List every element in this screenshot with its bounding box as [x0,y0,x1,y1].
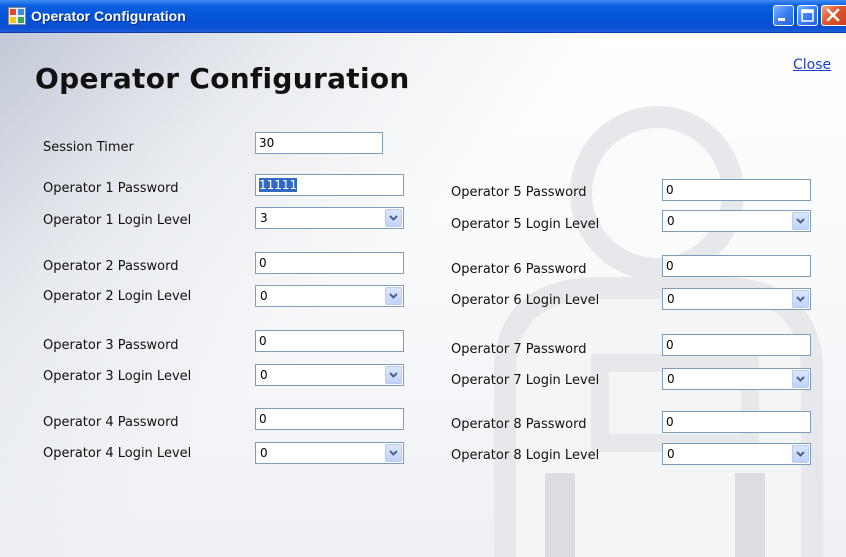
operator-1-password-value: 11111 [259,178,298,192]
operator-2-login-level-label: Operator 2 Login Level [43,289,192,304]
minimize-button[interactable] [773,5,794,26]
operator-6-login-level-value: 0 [667,292,675,306]
operator-4-password-field[interactable]: 0 [255,408,404,430]
operator-7-login-level-select[interactable]: 0 [662,368,811,390]
operator-6-password-field[interactable]: 0 [662,255,811,277]
operator-3-password-field[interactable]: 0 [255,330,404,352]
chevron-down-icon [389,450,398,456]
maximize-icon [801,9,814,22]
operator-6-password-label: Operator 6 Password [451,262,587,277]
operator-1-password-label: Operator 1 Password [43,181,179,196]
operator-2-login-level-select[interactable]: 0 [255,285,404,307]
dropdown-arrow-button[interactable] [385,209,402,227]
operator-8-login-level-value: 0 [667,447,675,461]
dropdown-arrow-button[interactable] [792,445,809,463]
operator-7-login-level-value: 0 [667,372,675,386]
operator-5-login-level-select[interactable]: 0 [662,210,811,232]
close-link[interactable]: Close [793,57,831,73]
dropdown-arrow-button[interactable] [385,287,402,305]
operator-2-password-label: Operator 2 Password [43,259,179,274]
window-title: Operator Configuration [31,8,186,24]
client-area: Operator Configuration Close Session Tim… [0,33,846,557]
operator-8-login-level-label: Operator 8 Login Level [451,448,600,463]
chevron-down-icon [796,451,805,457]
chevron-down-icon [389,293,398,299]
chevron-down-icon [389,372,398,378]
operator-8-password-field[interactable]: 0 [662,411,811,433]
operator-1-login-level-select[interactable]: 3 [255,207,404,229]
operator-4-login-level-value: 0 [260,446,268,460]
operator-3-login-level-select[interactable]: 0 [255,364,404,386]
operator-8-login-level-select[interactable]: 0 [662,443,811,465]
operator-4-login-level-label: Operator 4 Login Level [43,446,192,461]
dropdown-arrow-button[interactable] [385,366,402,384]
close-icon [826,8,840,22]
chevron-down-icon [796,376,805,382]
operator-5-password-field[interactable]: 0 [662,179,811,201]
session-timer-label: Session Timer [43,140,134,155]
operator-2-password-field[interactable]: 0 [255,252,404,274]
dropdown-arrow-button[interactable] [385,444,402,462]
operator-1-password-field[interactable]: 11111 [255,174,404,196]
chevron-down-icon [796,218,805,224]
maximize-button[interactable] [797,5,818,26]
operator-1-login-level-label: Operator 1 Login Level [43,213,192,228]
chevron-down-icon [389,215,398,221]
operator-4-login-level-select[interactable]: 0 [255,442,404,464]
dropdown-arrow-button[interactable] [792,370,809,388]
operator-6-login-level-select[interactable]: 0 [662,288,811,310]
operator-2-login-level-value: 0 [260,289,268,303]
dropdown-arrow-button[interactable] [792,290,809,308]
operator-3-login-level-label: Operator 3 Login Level [43,369,192,384]
operator-5-password-label: Operator 5 Password [451,185,587,200]
operator-7-password-field[interactable]: 0 [662,334,811,356]
operator-3-password-label: Operator 3 Password [43,338,179,353]
operator-5-login-level-value: 0 [667,214,675,228]
minimize-icon [778,18,785,21]
title-bar[interactable]: Operator Configuration [0,0,846,33]
operator-7-password-label: Operator 7 Password [451,342,587,357]
page-title: Operator Configuration [35,62,410,95]
operator-6-login-level-label: Operator 6 Login Level [451,293,600,308]
operator-7-login-level-label: Operator 7 Login Level [451,373,600,388]
app-icon [8,7,26,25]
session-timer-field[interactable]: 30 [255,132,383,154]
chevron-down-icon [796,296,805,302]
operator-5-login-level-label: Operator 5 Login Level [451,217,600,232]
window-close-button[interactable] [821,5,846,26]
operator-8-password-label: Operator 8 Password [451,417,587,432]
operator-3-login-level-value: 0 [260,368,268,382]
operator-config-window: Operator Configuration Operator Configur… [0,0,846,557]
operator-1-login-level-value: 3 [260,211,268,225]
dropdown-arrow-button[interactable] [792,212,809,230]
operator-4-password-label: Operator 4 Password [43,415,179,430]
